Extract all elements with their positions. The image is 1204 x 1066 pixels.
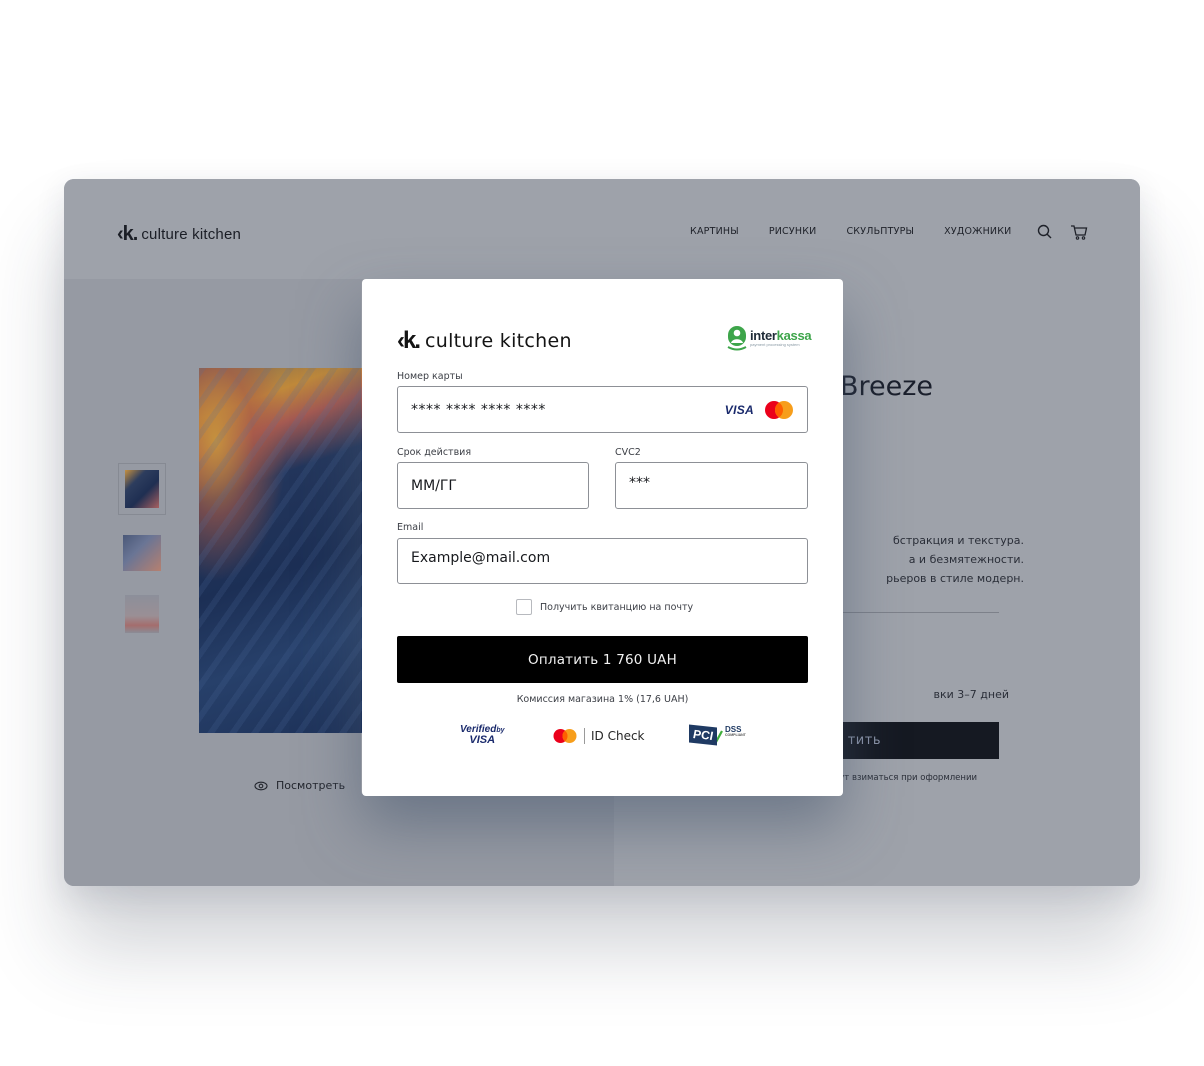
card-brands: VISA bbox=[725, 400, 795, 420]
mastercard-id-check-badge: ID Check bbox=[552, 728, 645, 744]
site-logo[interactable]: ‹k. culture kitchen bbox=[117, 223, 241, 246]
main-nav: КАРТИНЫ РИСУНКИ СКУЛЬПТУРЫ ХУДОЖНИКИ bbox=[690, 226, 1012, 237]
trust-badges: Verifiedby VISA ID Check PCI DSS COMPLIA… bbox=[362, 724, 843, 754]
interkassa-wordmark: interkassa payment processing system bbox=[750, 328, 812, 347]
cvc-label: CVC2 bbox=[615, 447, 641, 458]
verified-by-visa-badge: Verifiedby VISA bbox=[460, 725, 505, 746]
compliant-label: COMPLIANT bbox=[725, 733, 746, 737]
view-link-label: Посмотреть bbox=[276, 779, 346, 792]
product-description: бстракция и текстура. а и безмятежности.… bbox=[824, 531, 1024, 588]
logo-mark: ‹k. bbox=[397, 327, 421, 354]
interkassa-tagline: payment processing system bbox=[750, 342, 800, 347]
expiry-value: ММ/ГГ bbox=[411, 477, 457, 494]
commission-note: Комиссия магазина 1% (17,6 UAH) bbox=[516, 694, 689, 705]
expiry-input[interactable]: ММ/ГГ bbox=[397, 462, 589, 509]
separator bbox=[584, 728, 585, 744]
visa-text: VISA bbox=[469, 733, 496, 746]
interkassa-person-icon bbox=[727, 326, 747, 351]
description-line: а и безмятежности. bbox=[908, 553, 1024, 566]
nav-item-paintings[interactable]: КАРТИНЫ bbox=[690, 226, 739, 237]
modal-logo: ‹k. culture kitchen bbox=[397, 327, 572, 355]
thumbnail-3[interactable] bbox=[125, 595, 159, 633]
interkassa-name-2: kassa bbox=[776, 328, 812, 343]
nav-item-drawings[interactable]: РИСУНКИ bbox=[769, 226, 817, 237]
pci-dss-badge: PCI DSS COMPLIANT bbox=[689, 724, 746, 746]
logo-mark: ‹k. bbox=[117, 223, 138, 245]
by-text: by bbox=[496, 727, 505, 734]
nav-item-sculptures[interactable]: СКУЛЬПТУРЫ bbox=[846, 226, 914, 237]
mastercard-icon bbox=[765, 401, 793, 419]
logo-text: culture kitchen bbox=[425, 330, 572, 352]
interkassa-name-1: inter bbox=[750, 328, 777, 343]
pay-button[interactable]: Оплатить 1 760 UAH bbox=[397, 636, 808, 683]
view-link[interactable]: Посмотреть bbox=[254, 779, 345, 792]
dss-text: DSS COMPLIANT bbox=[725, 726, 746, 738]
receipt-checkbox-row[interactable]: Получить квитанцию на почту bbox=[516, 599, 693, 615]
expiry-label: Срок действия bbox=[397, 447, 472, 458]
description-line: рьеров в стиле модерн. bbox=[886, 572, 1024, 585]
thumbnail-1[interactable] bbox=[118, 463, 166, 515]
logo-text: culture kitchen bbox=[141, 226, 242, 243]
eye-icon bbox=[254, 781, 268, 790]
product-title: Breeze bbox=[840, 371, 934, 402]
card-number-input[interactable]: **** **** **** **** VISA bbox=[397, 386, 808, 433]
payment-modal: ‹k. culture kitchen interkassa payment p… bbox=[362, 279, 843, 796]
search-icon[interactable] bbox=[1036, 223, 1054, 241]
email-label: Email bbox=[397, 522, 424, 533]
artwork-image bbox=[199, 368, 364, 733]
card-number-label: Номер карты bbox=[397, 371, 463, 382]
id-check-text: ID Check bbox=[591, 729, 645, 743]
pci-text: PCI bbox=[689, 724, 717, 746]
receipt-checkbox-label: Получить квитанцию на почту bbox=[540, 601, 694, 613]
email-input[interactable]: Example@mail.com bbox=[397, 538, 808, 584]
nav-item-artists[interactable]: ХУДОЖНИКИ bbox=[944, 226, 1011, 237]
cvc-input[interactable]: *** bbox=[615, 462, 808, 509]
interkassa-logo: interkassa payment processing system bbox=[727, 325, 812, 351]
receipt-checkbox[interactable] bbox=[516, 599, 532, 615]
thumbnail-2[interactable] bbox=[123, 535, 161, 571]
header-icons bbox=[1036, 223, 1088, 241]
mastercard-icon bbox=[553, 729, 577, 743]
delivery-info: вки 3–7 дней bbox=[933, 688, 1009, 701]
cvc-value: *** bbox=[629, 475, 650, 491]
visa-icon: VISA bbox=[724, 403, 754, 417]
card-number-value: **** **** **** **** bbox=[411, 401, 546, 418]
cart-icon[interactable] bbox=[1070, 223, 1088, 241]
description-line: бстракция и текстура. bbox=[892, 534, 1024, 547]
email-value: Example@mail.com bbox=[411, 550, 551, 566]
site-header: ‹k. culture kitchen КАРТИНЫ РИСУНКИ СКУЛ… bbox=[64, 179, 1140, 279]
